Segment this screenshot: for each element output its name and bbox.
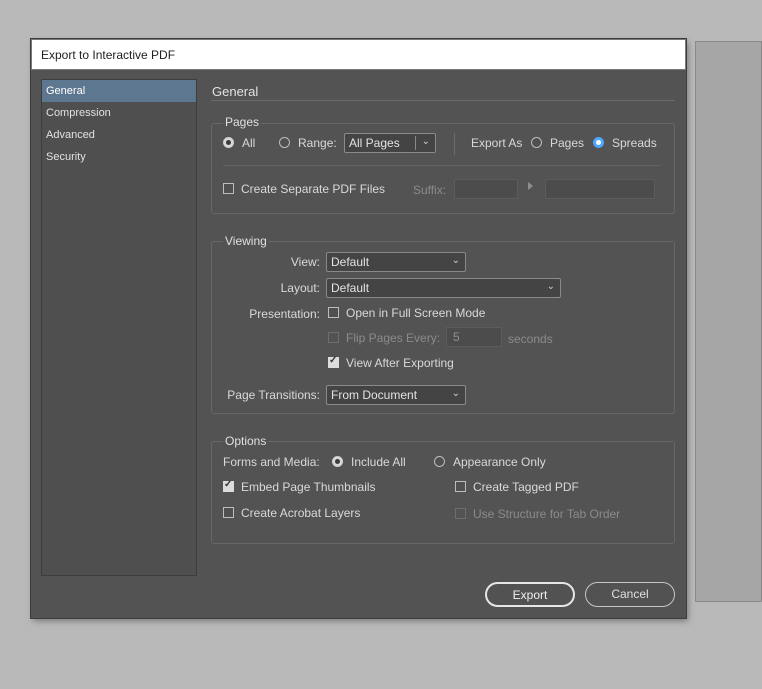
page-transitions-select[interactable]: From Document ⌄ <box>326 385 466 405</box>
flip-pages-checkbox <box>328 332 339 343</box>
seconds-label: seconds <box>508 332 553 346</box>
chevron-down-icon: ⌄ <box>421 136 430 147</box>
include-all-label: Include All <box>351 455 406 469</box>
divider <box>223 165 661 166</box>
section-title: General <box>212 84 259 99</box>
chevron-down-icon: ⌄ <box>546 281 555 292</box>
page-transitions-value: From Document <box>331 388 418 402</box>
full-screen-checkbox[interactable] <box>328 307 339 318</box>
suffix-label: Suffix: <box>413 183 447 197</box>
page-range-select[interactable]: All Pages ⌄ <box>344 133 436 153</box>
pages-all-label: All <box>242 136 256 150</box>
tagged-pdf-label: Create Tagged PDF <box>473 480 579 494</box>
forms-media-label: Forms and Media: <box>223 455 320 469</box>
export-as-label: Export As <box>471 136 523 150</box>
create-separate-pdf-label: Create Separate PDF Files <box>241 182 386 196</box>
flip-seconds-value: 5 <box>453 330 460 344</box>
view-select[interactable]: Default ⌄ <box>326 252 466 272</box>
embed-thumbnails-checkbox[interactable] <box>223 479 234 492</box>
sidebar-item-advanced[interactable]: Advanced <box>42 124 196 146</box>
export-as-spreads-label: Spreads <box>612 136 657 150</box>
page-transitions-label: Page Transitions: <box>227 388 320 402</box>
options-group-label: Options <box>223 434 269 448</box>
view-label: View: <box>290 255 320 269</box>
tagged-pdf-checkbox[interactable] <box>455 481 466 492</box>
view-after-exporting-checkbox[interactable] <box>328 355 339 368</box>
pages-range-radio[interactable] <box>279 137 290 148</box>
view-after-exporting-label: View After Exporting <box>346 356 454 370</box>
export-as-pages-radio[interactable] <box>531 137 542 148</box>
cancel-button[interactable]: Cancel <box>585 582 675 607</box>
tab-order-label: Use Structure for Tab Order <box>473 507 621 521</box>
suffix-detail-input <box>545 179 655 199</box>
chevron-down-icon: ⌄ <box>451 255 460 266</box>
view-value: Default <box>331 255 370 269</box>
presentation-label: Presentation: <box>249 307 320 321</box>
triangle-right-icon <box>528 182 533 190</box>
dialog-title: Export to Interactive PDF <box>41 48 176 62</box>
select-separator <box>415 136 416 150</box>
embed-thumbnails-label: Embed Page Thumbnails <box>241 480 376 494</box>
pages-all-radio[interactable] <box>223 137 234 148</box>
suffix-input <box>454 179 518 199</box>
title-bar[interactable]: Export to Interactive PDF <box>31 39 686 70</box>
include-all-radio[interactable] <box>332 456 343 467</box>
layout-label: Layout: <box>280 281 320 295</box>
sidebar: General Compression Advanced Security <box>41 79 197 576</box>
layout-value: Default <box>331 281 370 295</box>
flip-seconds-input: 5 <box>446 327 502 347</box>
background-panel <box>695 41 762 602</box>
divider <box>454 133 455 155</box>
viewing-group-label: Viewing <box>223 234 269 248</box>
appearance-only-radio[interactable] <box>434 456 445 467</box>
pages-group-label: Pages <box>223 115 262 129</box>
divider <box>211 100 675 101</box>
export-as-pages-label: Pages <box>550 136 585 150</box>
flip-pages-label: Flip Pages Every: <box>346 331 441 345</box>
export-dialog: Export to Interactive PDF General Compre… <box>31 39 686 618</box>
pages-range-label: Range: <box>298 136 337 150</box>
pages-group <box>211 123 675 214</box>
appearance-only-label: Appearance Only <box>453 455 546 469</box>
acrobat-layers-label: Create Acrobat Layers <box>241 506 361 520</box>
export-as-spreads-radio[interactable] <box>593 137 604 148</box>
sidebar-item-security[interactable]: Security <box>42 146 196 168</box>
tab-order-checkbox <box>455 508 466 519</box>
sidebar-item-general[interactable]: General <box>42 80 196 102</box>
page-range-value: All Pages <box>349 136 400 150</box>
create-separate-pdf-checkbox[interactable] <box>223 183 234 194</box>
chevron-down-icon: ⌄ <box>451 388 460 399</box>
sidebar-item-compression[interactable]: Compression <box>42 102 196 124</box>
layout-select[interactable]: Default ⌄ <box>326 278 561 298</box>
acrobat-layers-checkbox[interactable] <box>223 507 234 518</box>
full-screen-label: Open in Full Screen Mode <box>346 306 486 320</box>
export-button[interactable]: Export <box>485 582 575 607</box>
